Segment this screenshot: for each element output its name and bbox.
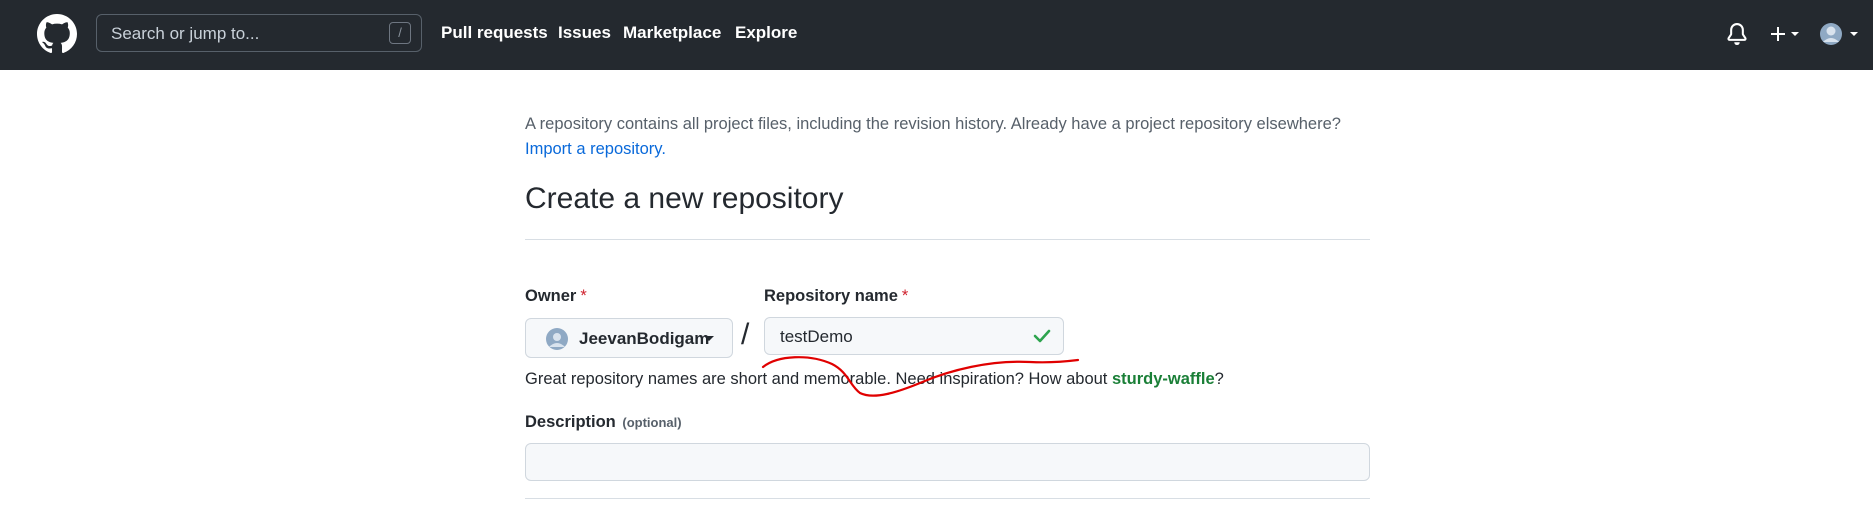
repo-name-required-mark: * [901, 287, 909, 305]
repo-name-label-text: Repository name [764, 287, 898, 305]
owner-dropdown-button[interactable]: JeevanBodigam [525, 318, 733, 358]
owner-avatar-icon [546, 328, 568, 350]
create-new-plus-icon[interactable] [1766, 20, 1806, 48]
description-optional: (optional) [622, 415, 682, 430]
title-divider [525, 239, 1370, 240]
intro-paragraph: A repository contains all project files,… [525, 112, 1405, 162]
owner-required-mark: * [580, 287, 587, 305]
repo-name-hint: Great repository names are short and mem… [525, 370, 1224, 389]
nav-issues[interactable]: Issues [558, 23, 611, 43]
github-logo-icon[interactable] [37, 14, 77, 54]
search-placeholder: Search or jump to... [111, 24, 260, 43]
owner-label-text: Owner [525, 287, 577, 305]
chevron-down-icon [704, 336, 714, 341]
repository-name-input[interactable]: testDemo [764, 317, 1064, 355]
check-icon [1033, 329, 1051, 343]
nav-marketplace[interactable]: Marketplace [623, 23, 721, 43]
page-title: Create a new repository [525, 182, 844, 215]
nav-pull-requests[interactable]: Pull requests [441, 23, 548, 43]
repo-name-label: Repository name * [764, 287, 908, 306]
hint-end: ? [1214, 370, 1224, 388]
description-label: Description (optional) [525, 413, 682, 432]
nav-explore[interactable]: Explore [735, 23, 797, 43]
search-shortcut-key: / [389, 22, 411, 44]
hint-text: Great repository names are short and mem… [525, 370, 1112, 388]
import-repository-link[interactable]: Import a repository. [525, 140, 666, 158]
user-avatar-icon[interactable] [1818, 20, 1868, 48]
notification-bell-icon[interactable] [1726, 22, 1748, 46]
owner-label: Owner * [525, 287, 587, 306]
intro-text: A repository contains all project files,… [525, 115, 1341, 133]
description-label-text: Description [525, 413, 616, 431]
suggested-name-link[interactable]: sturdy-waffle [1112, 370, 1215, 388]
top-header: Search or jump to... / Pull requests Iss… [0, 0, 1873, 70]
search-input[interactable]: Search or jump to... / [96, 14, 422, 52]
owner-name: JeevanBodigam [579, 329, 710, 348]
repository-name-value: testDemo [780, 327, 853, 346]
description-input[interactable] [525, 443, 1370, 481]
description-divider [525, 498, 1370, 499]
owner-repo-separator: / [741, 318, 750, 351]
